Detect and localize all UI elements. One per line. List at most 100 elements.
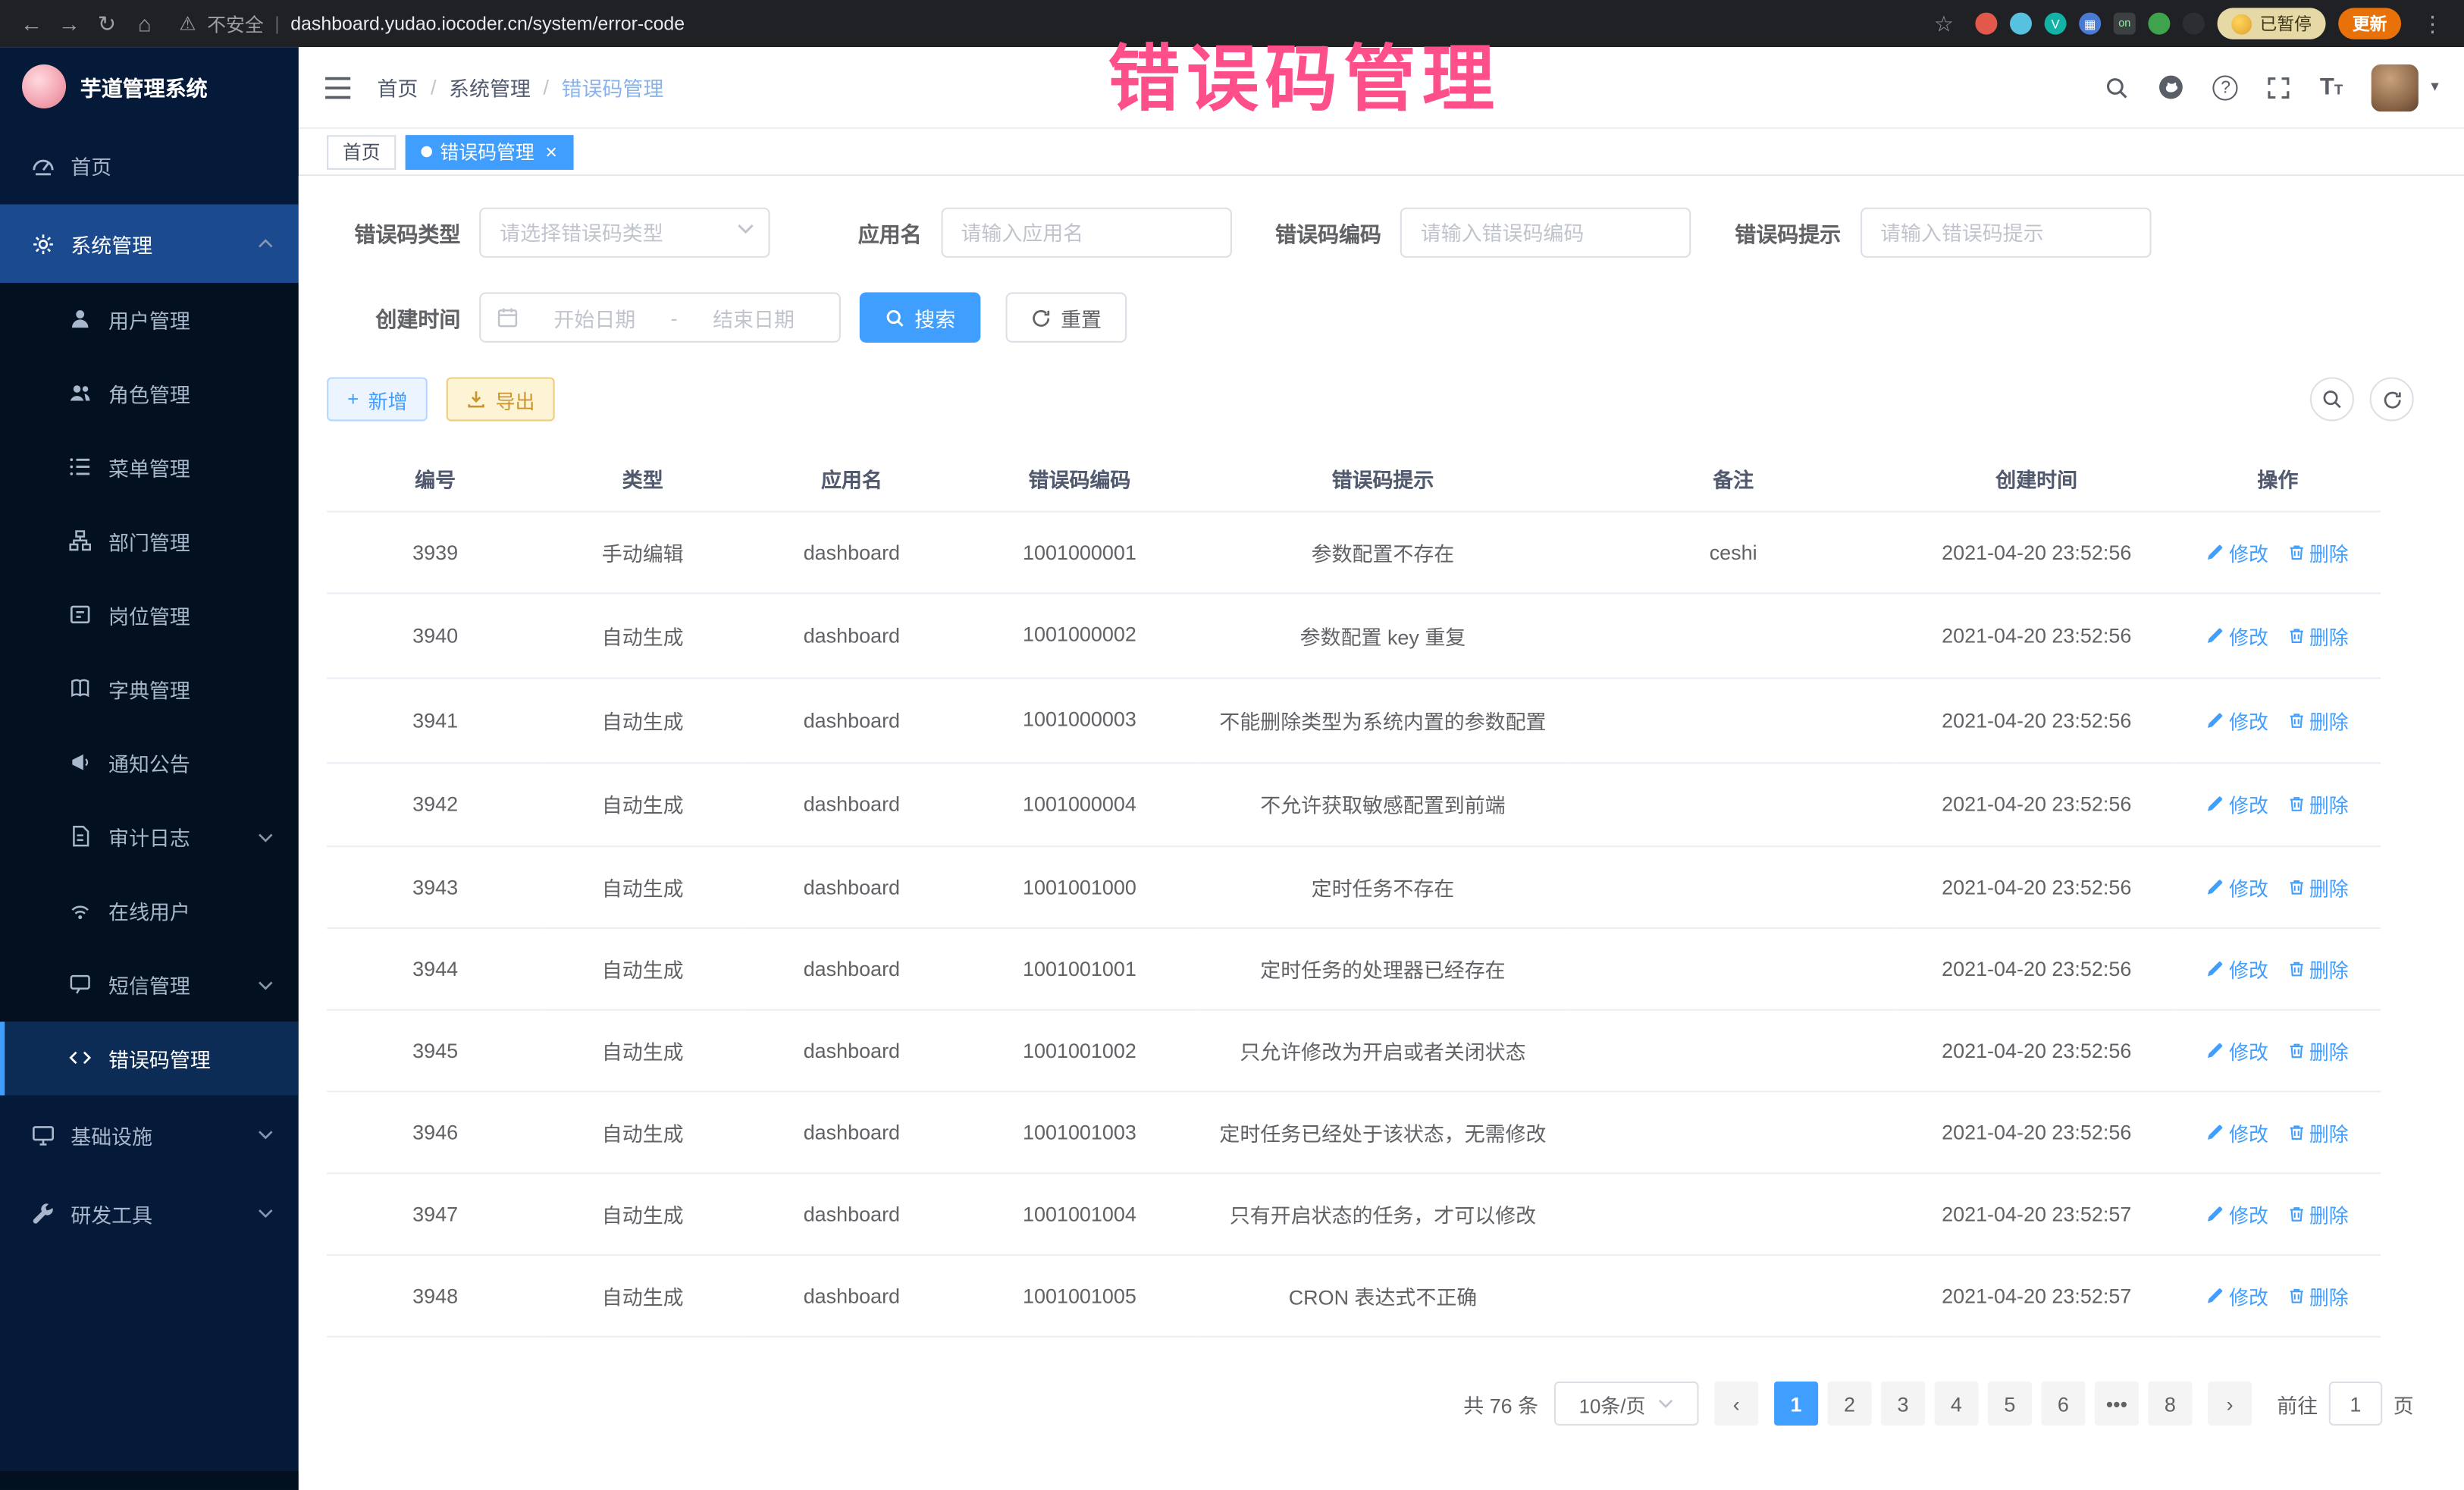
delete-link[interactable]: 删除 xyxy=(2287,1037,2349,1066)
edit-link[interactable]: 修改 xyxy=(2207,1281,2268,1311)
app-logo[interactable]: 芋道管理系统 xyxy=(0,47,299,126)
pager-page-5[interactable]: 5 xyxy=(1988,1382,2032,1426)
plug-extension-icon[interactable] xyxy=(2183,13,2205,35)
add-button[interactable]: + 新增 xyxy=(327,377,428,421)
edit-link[interactable]: 修改 xyxy=(2207,705,2268,735)
update-button[interactable]: 更新 xyxy=(2338,8,2401,39)
pager-page-1[interactable]: 1 xyxy=(1774,1382,1818,1426)
sidebar-item-menu-mgmt[interactable]: 菜单管理 xyxy=(0,431,299,504)
sidebar-item-system[interactable]: 系统管理 xyxy=(0,204,299,283)
pager-ellipsis[interactable]: ••• xyxy=(2095,1382,2139,1426)
search-button[interactable]: 搜索 xyxy=(860,293,981,343)
browser-menu-icon[interactable]: ⋮ xyxy=(2414,10,2452,36)
edit-link[interactable]: 修改 xyxy=(2207,789,2268,819)
cell-app: dashboard xyxy=(741,512,961,594)
page-size-select[interactable]: 10条/页 xyxy=(1554,1382,1699,1426)
delete-link[interactable]: 删除 xyxy=(2287,955,2349,984)
pencil-icon xyxy=(2207,1288,2224,1305)
sidebar-item-user-mgmt[interactable]: 用户管理 xyxy=(0,283,299,356)
sidebar-toggle-icon[interactable] xyxy=(324,77,352,99)
pager-page-6[interactable]: 6 xyxy=(2041,1382,2085,1426)
security-label: 不安全 xyxy=(207,10,264,36)
goto-page-input[interactable] xyxy=(2329,1382,2382,1426)
edit-link[interactable]: 修改 xyxy=(2207,538,2268,567)
sidebar-collapse-bar[interactable] xyxy=(0,1471,299,1490)
search-icon[interactable] xyxy=(2105,74,2130,99)
app-name-input[interactable] xyxy=(941,208,1231,258)
next-page-button[interactable]: › xyxy=(2208,1382,2252,1426)
on-badge-extension-icon[interactable]: on xyxy=(2114,13,2136,35)
v-extension-icon[interactable]: V xyxy=(2045,13,2067,35)
sidebar-item-error-code[interactable]: 错误码管理 xyxy=(0,1021,299,1095)
delete-link[interactable]: 删除 xyxy=(2287,1200,2349,1229)
goto-page: 前往 页 xyxy=(2277,1382,2413,1426)
sidebar-item-role-mgmt[interactable]: 角色管理 xyxy=(0,357,299,431)
pager-page-3[interactable]: 3 xyxy=(1881,1382,1925,1426)
delete-link[interactable]: 删除 xyxy=(2287,873,2349,902)
pager-page-8[interactable]: 8 xyxy=(2148,1382,2192,1426)
sidebar-item-sms-mgmt[interactable]: 短信管理 xyxy=(0,948,299,1021)
pager-page-4[interactable]: 4 xyxy=(1934,1382,1978,1426)
prev-page-button[interactable]: ‹ xyxy=(1714,1382,1758,1426)
toggle-search-button[interactable] xyxy=(2310,377,2354,421)
forward-icon[interactable]: → xyxy=(50,11,88,36)
fullscreen-icon[interactable] xyxy=(2266,74,2291,99)
profile-paused-badge[interactable]: 已暂停 xyxy=(2218,8,2326,39)
edit-link[interactable]: 修改 xyxy=(2207,873,2268,902)
sidebar-item-online-users[interactable]: 在线用户 xyxy=(0,874,299,947)
sidebar-item-dev-tools[interactable]: 研发工具 xyxy=(0,1174,299,1253)
sidebar-item-dict-mgmt[interactable]: 字典管理 xyxy=(0,652,299,726)
table-row: 3948 自动生成 dashboard 1001001005 CRON 表达式不… xyxy=(327,1256,2381,1338)
leaf-extension-icon[interactable] xyxy=(2148,13,2170,35)
error-hint-input[interactable] xyxy=(1860,208,2150,258)
edit-link[interactable]: 修改 xyxy=(2207,955,2268,984)
date-range-picker[interactable]: 开始日期 - 结束日期 xyxy=(479,293,841,343)
record-extension-icon[interactable] xyxy=(1975,13,1997,35)
edit-link[interactable]: 修改 xyxy=(2207,1200,2268,1229)
cell-actions: 修改 删除 xyxy=(2175,593,2381,678)
error-type-select[interactable] xyxy=(479,208,770,258)
address-bar[interactable]: ⚠ 不安全 | dashboard.yudao.iocoder.cn/syste… xyxy=(164,10,1925,36)
edit-link[interactable]: 修改 xyxy=(2207,1037,2268,1066)
sidebar-item-post-mgmt[interactable]: 岗位管理 xyxy=(0,579,299,652)
font-size-icon[interactable]: TT xyxy=(2320,74,2343,100)
export-button[interactable]: 导出 xyxy=(447,377,555,421)
bookmark-star-icon[interactable]: ☆ xyxy=(1925,10,1963,36)
avatar-caret-icon[interactable]: ▾ xyxy=(2431,79,2438,96)
drop-extension-icon[interactable] xyxy=(2010,13,2032,35)
delete-link[interactable]: 删除 xyxy=(2287,789,2349,819)
tab-error-code[interactable]: 错误码管理 × xyxy=(406,134,573,169)
sidebar-item-infra[interactable]: 基础设施 xyxy=(0,1096,299,1175)
sidebar-item-home[interactable]: 首页 xyxy=(0,126,299,205)
sidebar-item-dept-mgmt[interactable]: 部门管理 xyxy=(0,504,299,578)
tab-home[interactable]: 首页 xyxy=(327,134,396,169)
grid-extension-icon[interactable]: ▦ xyxy=(2079,13,2101,35)
user-avatar[interactable] xyxy=(2372,64,2419,111)
delete-link[interactable]: 删除 xyxy=(2287,1281,2349,1311)
reset-button[interactable]: 重置 xyxy=(1006,293,1127,343)
cell-type: 自动生成 xyxy=(544,1011,741,1093)
breadcrumb-home[interactable]: 首页 xyxy=(377,72,418,102)
breadcrumb-system[interactable]: 系统管理 xyxy=(449,72,531,102)
edit-link[interactable]: 修改 xyxy=(2207,620,2268,650)
pager-page-2[interactable]: 2 xyxy=(1827,1382,1871,1426)
error-code-input[interactable] xyxy=(1400,208,1691,258)
close-icon[interactable]: × xyxy=(545,140,557,163)
sidebar-item-audit-log[interactable]: 审计日志 xyxy=(0,800,299,874)
sidebar-item-notice-mgmt[interactable]: 通知公告 xyxy=(0,726,299,800)
delete-link[interactable]: 删除 xyxy=(2287,705,2349,735)
edit-link[interactable]: 修改 xyxy=(2207,1118,2268,1147)
delete-link[interactable]: 删除 xyxy=(2287,1118,2349,1147)
github-icon[interactable] xyxy=(2158,74,2184,100)
range-separator: - xyxy=(671,306,678,329)
trash-icon xyxy=(2287,544,2305,561)
delete-link[interactable]: 删除 xyxy=(2287,538,2349,567)
home-icon[interactable]: ⌂ xyxy=(126,11,164,36)
signal-icon xyxy=(69,899,92,923)
cell-time: 2021-04-20 23:52:57 xyxy=(1898,1174,2175,1256)
refresh-button[interactable] xyxy=(2370,377,2414,421)
reload-icon[interactable]: ↻ xyxy=(88,10,126,36)
delete-link[interactable]: 删除 xyxy=(2287,620,2349,650)
help-icon[interactable]: ? xyxy=(2213,74,2238,99)
back-icon[interactable]: ← xyxy=(13,11,51,36)
